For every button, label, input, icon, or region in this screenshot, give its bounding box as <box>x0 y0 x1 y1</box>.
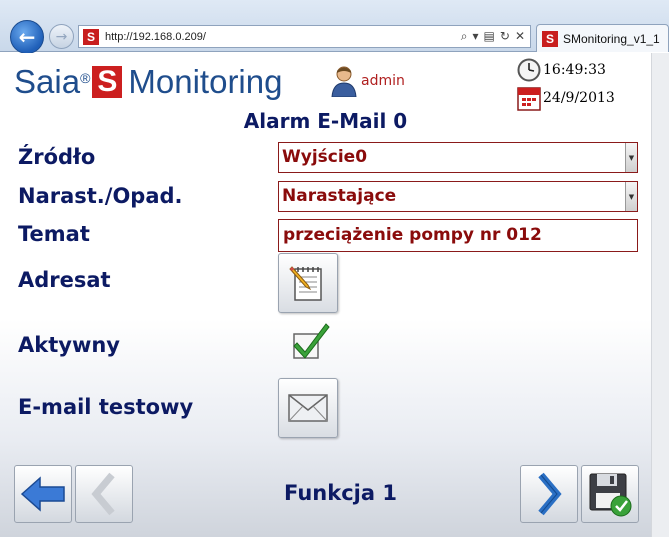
browser-back-button[interactable]: ← <box>10 20 44 54</box>
chevron-down-icon[interactable]: ▼ <box>625 182 637 211</box>
stop-icon[interactable]: ✕ <box>515 29 525 44</box>
subject-label: Temat <box>18 222 90 246</box>
active-checkbox[interactable] <box>291 321 331 361</box>
search-icon[interactable]: ⌕ <box>461 29 468 44</box>
active-label: Aktywny <box>18 333 120 357</box>
arrow-right-icon: → <box>55 28 68 45</box>
date-text: 24/9/2013 <box>543 90 615 106</box>
calendar-icon <box>517 87 541 111</box>
test-email-label: E-mail testowy <box>18 395 194 419</box>
user-icon <box>331 66 357 97</box>
source-label: Źródło <box>18 145 96 169</box>
refresh-icon[interactable]: ↻ <box>500 29 510 44</box>
address-tools: ⌕ ▾ ▤ ↻ ✕ <box>461 29 525 44</box>
test-email-button[interactable] <box>278 378 338 438</box>
chevron-down-icon[interactable]: ▼ <box>625 143 637 172</box>
logo-registered: ® <box>80 70 91 86</box>
dropdown-icon[interactable]: ▾ <box>473 29 479 44</box>
logo-text-right: Monitoring <box>128 63 283 100</box>
arrow-left-icon: ← <box>18 25 36 49</box>
date: 24/9/2013 <box>517 85 615 111</box>
compat-icon[interactable]: ▤ <box>484 29 495 44</box>
save-button[interactable] <box>581 465 639 523</box>
browser-forward-button[interactable]: → <box>49 24 74 49</box>
page: Saia ® S Monitoring admin 16:49:33 24/9/201… <box>0 53 651 537</box>
site-favicon-icon: S <box>83 28 99 45</box>
user-name: admin <box>361 73 405 89</box>
address-url: http://192.168.0.209/ <box>105 30 206 43</box>
subject-input[interactable]: przeciążenie pompy nr 012 <box>278 219 638 252</box>
clock: 16:49:33 <box>517 58 606 82</box>
save-disk-icon <box>589 473 632 517</box>
user-info: admin <box>331 65 405 97</box>
edge-select[interactable]: Narastające ▼ <box>278 181 638 212</box>
tab-favicon-icon: S <box>542 30 558 47</box>
browser-tab[interactable]: S SMonitoring_v1_1 <box>536 24 669 52</box>
edge-select-value: Narastające <box>282 186 397 206</box>
envelope-icon <box>288 394 328 422</box>
recipient-label: Adresat <box>18 268 111 292</box>
logo-s-mark: S <box>92 66 123 98</box>
tab-title: SMonitoring_v1_1 <box>563 31 660 46</box>
page-scrollbar[interactable] <box>651 53 669 537</box>
next-button[interactable] <box>520 465 578 523</box>
clock-time: 16:49:33 <box>543 62 606 78</box>
address-bar[interactable]: S http://192.168.0.209/ ⌕ ▾ ▤ ↻ ✕ <box>78 25 531 48</box>
saia-logo: Saia ® S Monitoring <box>14 63 282 101</box>
notepad-pencil-icon <box>289 266 322 301</box>
logo-text-left: Saia <box>14 63 81 100</box>
recipient-edit-button[interactable] <box>278 253 338 313</box>
chevron-right-icon <box>538 472 562 516</box>
browser-chrome: ← → S http://192.168.0.209/ ⌕ ▾ ▤ ↻ ✕ S … <box>0 0 669 54</box>
subject-input-value: przeciążenie pompy nr 012 <box>283 225 542 245</box>
source-select[interactable]: Wyjście0 ▼ <box>278 142 638 173</box>
clock-icon <box>517 58 541 82</box>
edge-label: Narast./Opad. <box>18 184 183 208</box>
source-select-value: Wyjście0 <box>282 147 368 167</box>
page-title: Alarm E-Mail 0 <box>243 109 408 133</box>
checkmark-icon <box>293 323 330 359</box>
